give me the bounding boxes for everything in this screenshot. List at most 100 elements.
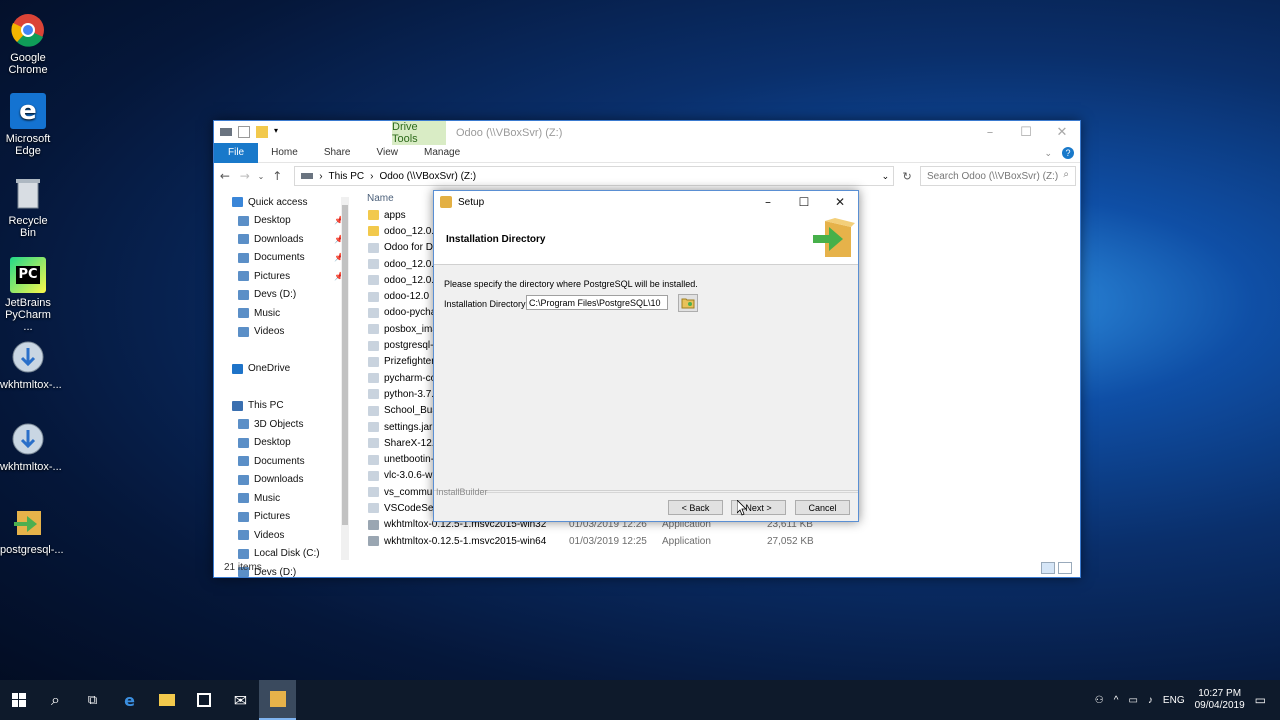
minimize-button[interactable]: – [750, 191, 786, 213]
edge-taskbar-icon[interactable]: e [111, 680, 148, 720]
maximize-button[interactable]: ☐ [1008, 121, 1044, 143]
nav-item-label: OneDrive [248, 363, 291, 375]
nav-item [214, 341, 348, 360]
file-icon [368, 291, 379, 302]
people-icon[interactable]: ⚇ [1095, 695, 1104, 706]
nav-item[interactable]: This PC [214, 397, 348, 416]
nav-item[interactable]: Videos [214, 323, 348, 342]
search-icon: ⌕ [1063, 169, 1070, 180]
chevron-down-icon[interactable]: ▾ [274, 126, 286, 138]
desktop-icon-wkhtmltox-2[interactable]: wkhtmltox-... [0, 421, 62, 473]
file-explorer-taskbar-icon[interactable] [148, 680, 185, 720]
setup-taskbar-icon[interactable] [259, 680, 296, 720]
search-taskbar-icon[interactable]: ⌕ [37, 680, 74, 720]
file-row[interactable]: wkhtmltox-0.12.5-1.msvc2015-win64 01/03/2… [359, 533, 1070, 549]
tab-file[interactable]: File [214, 142, 259, 163]
details-view-icon[interactable] [1041, 562, 1055, 574]
file-icon [368, 503, 379, 514]
navigation-scrollbar[interactable] [341, 197, 349, 560]
setup-titlebar[interactable]: Setup – ☐ ✕ [434, 191, 858, 213]
file-name: unetbootin- [384, 454, 435, 466]
clock[interactable]: 10:27 PM 09/04/2019 [1195, 688, 1245, 712]
cancel-button[interactable]: Cancel [795, 500, 850, 515]
task-view-icon[interactable]: ⧉ [74, 680, 111, 720]
explorer-titlebar[interactable]: ▾ Drive Tools Odoo (\\VBoxSvr) (Z:) – ☐ … [214, 121, 1080, 145]
large-icons-view-icon[interactable] [1058, 562, 1072, 574]
browse-folder-button[interactable] [678, 294, 698, 312]
nav-item[interactable]: Documents 📌 [214, 249, 348, 268]
start-button[interactable] [0, 680, 37, 720]
tab-manage[interactable]: Manage [411, 143, 473, 163]
drive-tools-context-tab[interactable]: Drive Tools [392, 121, 446, 145]
nav-item-icon [238, 419, 249, 430]
nav-item[interactable]: Music [214, 304, 348, 323]
nav-item[interactable]: Quick access [214, 193, 348, 212]
desktop-icon-label: postgresql-... [0, 544, 64, 556]
address-bar[interactable]: › This PC › Odoo (\\VBoxSvr) (Z:) ⌄ [294, 166, 895, 186]
nav-item[interactable]: Pictures 📌 [214, 267, 348, 286]
minimize-button[interactable]: – [972, 121, 1008, 143]
nav-item[interactable]: Devs (D:) [214, 286, 348, 305]
network-icon[interactable]: ▭ [1128, 695, 1137, 706]
drive-icon[interactable] [220, 128, 232, 136]
help-icon[interactable]: ? [1062, 147, 1074, 159]
system-tray: ⚇ ^ ▭ ♪ ENG 10:27 PM 09/04/2019 ▭ [1095, 680, 1280, 720]
file-name: odoo-pycha [384, 307, 437, 319]
back-button[interactable]: < Back [668, 500, 723, 515]
tab-home[interactable]: Home [258, 143, 311, 163]
nav-item[interactable]: Desktop 📌 [214, 212, 348, 231]
maximize-button[interactable]: ☐ [786, 191, 822, 213]
refresh-icon[interactable]: ↻ [900, 170, 914, 183]
expand-ribbon-icon[interactable]: ⌄ [1044, 148, 1052, 159]
setup-dialog[interactable]: Setup – ☐ ✕ Installation Directory Pleas… [433, 190, 859, 522]
breadcrumb-this-pc[interactable]: This PC [329, 171, 365, 182]
desktop-icon-postgresql[interactable]: postgresql-... [0, 504, 64, 556]
installation-directory-input[interactable] [526, 295, 668, 310]
edge-icon: e [10, 93, 46, 129]
desktop-icon-edge[interactable]: e Microsoft Edge [0, 93, 56, 157]
desktop-icon-pycharm[interactable]: PC JetBrains PyCharm ... [0, 257, 56, 333]
breadcrumb-drive[interactable]: Odoo (\\VBoxSvr) (Z:) [379, 171, 476, 182]
forward-arrow-icon[interactable]: → [238, 169, 252, 183]
nav-item-icon [238, 530, 249, 541]
close-button[interactable]: ✕ [822, 191, 858, 213]
back-arrow-icon[interactable]: ← [218, 169, 232, 183]
desktop-icon-wkhtmltox-1[interactable]: wkhtmltox-... [0, 339, 62, 391]
new-folder-icon[interactable] [256, 126, 268, 138]
ribbon-tabs: File Home Share View Manage ⌄ ? [214, 142, 1080, 163]
nav-item-label: Documents [254, 455, 305, 467]
nav-item[interactable]: Desktop [214, 434, 348, 453]
mail-taskbar-icon[interactable]: ✉ [222, 680, 259, 720]
nav-item-icon [232, 363, 243, 374]
desktop-icon-recycle-bin[interactable]: Recycle Bin [0, 175, 56, 239]
nav-item[interactable]: Videos [214, 526, 348, 545]
nav-item[interactable]: 3D Objects [214, 415, 348, 434]
search-input[interactable]: Search Odoo (\\VBoxSvr) (Z:) ⌕ [920, 166, 1077, 186]
nav-item[interactable]: Documents [214, 452, 348, 471]
nav-item[interactable]: OneDrive [214, 360, 348, 379]
tab-share[interactable]: Share [311, 143, 364, 163]
nav-item-label: Videos [254, 326, 285, 338]
store-taskbar-icon[interactable] [185, 680, 222, 720]
nav-item[interactable]: Pictures [214, 508, 348, 527]
up-arrow-icon[interactable]: ↑ [270, 169, 284, 183]
properties-icon[interactable] [238, 126, 250, 138]
notifications-icon[interactable]: ▭ [1255, 693, 1266, 707]
nav-item-label: Music [254, 307, 281, 319]
nav-item-icon [238, 474, 249, 485]
desktop-icon-chrome[interactable]: Google Chrome [0, 12, 56, 76]
recent-locations-icon[interactable]: ⌄ [258, 172, 265, 181]
close-button[interactable]: ✕ [1044, 121, 1080, 143]
tab-view[interactable]: View [364, 143, 412, 163]
language-indicator[interactable]: ENG [1163, 695, 1185, 706]
nav-item[interactable]: Downloads 📌 [214, 230, 348, 249]
nav-item-label: Music [254, 492, 281, 504]
breadcrumb-separator-icon: › [370, 170, 374, 182]
address-dropdown-icon[interactable]: ⌄ [882, 171, 890, 182]
file-name: odoo-12.0 [384, 291, 430, 303]
volume-icon[interactable]: ♪ [1148, 695, 1153, 706]
nav-item[interactable]: Downloads [214, 471, 348, 490]
nav-item[interactable]: Music [214, 489, 348, 508]
show-hidden-icons-icon[interactable]: ^ [1114, 695, 1119, 706]
nav-item[interactable]: Local Disk (C:) [214, 545, 348, 564]
